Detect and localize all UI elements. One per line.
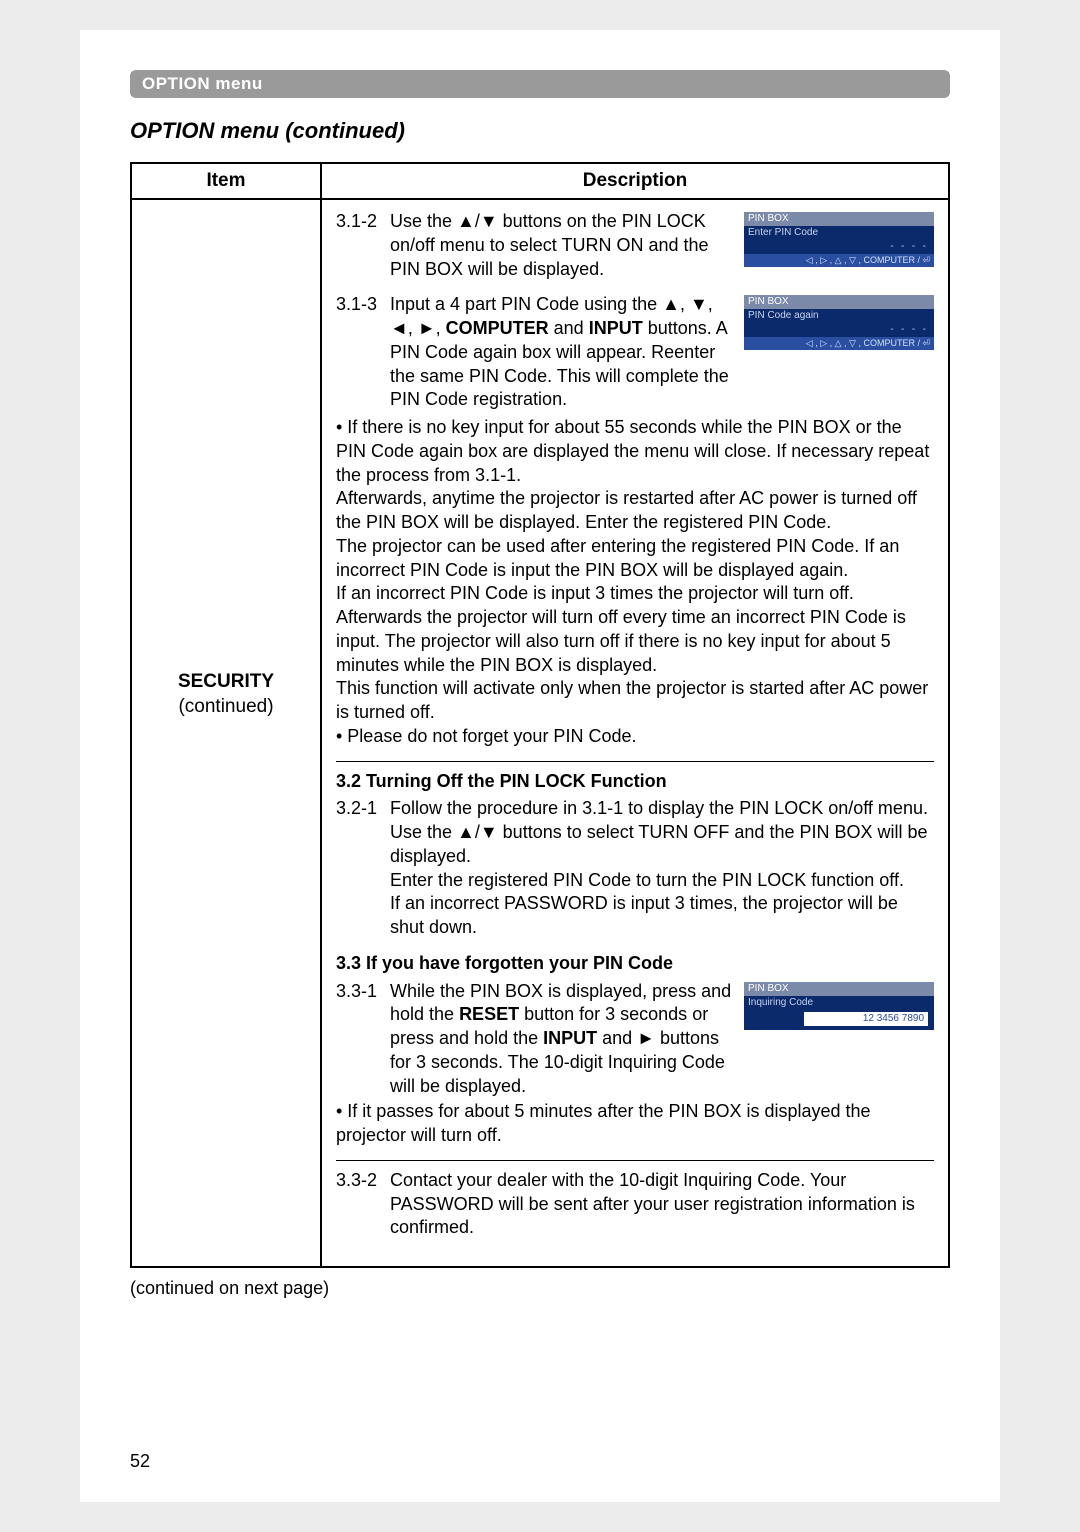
osd-subtitle: PIN Code again [744, 309, 934, 323]
item-cell: SECURITY (continued) [131, 199, 321, 1267]
subheading-3-2: 3.2 Turning Off the PIN LOCK Function [336, 770, 934, 794]
step-number: 3.3-1 [336, 980, 390, 1099]
osd-digits: 12 3456 7890 [804, 1012, 928, 1026]
item-sub: (continued) [132, 695, 320, 720]
paragraph: Follow the procedure in 3.1-1 to display… [390, 797, 934, 868]
osd-dashes: - - - - [744, 323, 934, 337]
note: • If there is no key input for about 55 … [336, 416, 934, 487]
header-item: Item [131, 163, 321, 199]
menu-tab-label: OPTION menu [142, 74, 263, 93]
step-3-3-2: 3.3-2 Contact your dealer with the 10-di… [336, 1169, 934, 1240]
note: • Please do not forget your PIN Code. [336, 725, 934, 749]
option-table: Item Description SECURITY (continued) PI… [130, 162, 950, 1268]
paragraph: Enter the registered PIN Code to turn th… [390, 869, 934, 893]
description-cell: PIN BOX Enter PIN Code - - - - ◁ , ▷ , △… [321, 199, 949, 1267]
osd-subtitle: Inquiring Code [744, 996, 934, 1010]
page: OPTION menu OPTION menu (continued) Item… [80, 30, 1000, 1502]
osd-pinbox-again: PIN BOX PIN Code again - - - - ◁ , ▷ , △… [744, 295, 934, 350]
osd-title: PIN BOX [744, 212, 934, 226]
paragraph: Afterwards, anytime the projector is res… [336, 487, 934, 535]
paragraph: If an incorrect PASSWORD is input 3 time… [390, 892, 934, 940]
step-3-1-3: PIN BOX PIN Code again - - - - ◁ , ▷ , △… [336, 293, 934, 748]
item-name: SECURITY [132, 670, 320, 695]
step-number: 3.3-2 [336, 1169, 390, 1240]
note: • If it passes for about 5 minutes after… [336, 1100, 934, 1148]
page-background: OPTION menu OPTION menu (continued) Item… [0, 0, 1080, 1532]
paragraph: The projector can be used after entering… [336, 535, 934, 583]
osd-foot: ◁ , ▷ , △ , ▽ , COMPUTER / ⏎ [744, 337, 934, 350]
step-number: 3.1-3 [336, 293, 390, 412]
osd-foot: ◁ , ▷ , △ , ▽ , COMPUTER / ⏎ [744, 254, 934, 267]
section-title: OPTION menu (continued) [130, 118, 950, 144]
subheading-3-3: 3.3 If you have forgotten your PIN Code [336, 952, 934, 976]
step-3-3-1: PIN BOX Inquiring Code 12 3456 7890 3.3-… [336, 980, 934, 1148]
divider [336, 1160, 934, 1161]
step-body: Use the ▲/▼ buttons on the PIN LOCK on/o… [390, 210, 736, 281]
menu-tab: OPTION menu [130, 70, 950, 98]
osd-title: PIN BOX [744, 295, 934, 309]
step-body: Input a 4 part PIN Code using the ▲, ▼, … [390, 293, 736, 412]
step-number: 3.2-1 [336, 797, 390, 940]
osd-pinbox-inquiring: PIN BOX Inquiring Code 12 3456 7890 [744, 982, 934, 1030]
osd-dashes: - - - - [744, 240, 934, 254]
bold: INPUT [589, 318, 643, 338]
text: and [549, 318, 589, 338]
paragraph: If an incorrect PIN Code is input 3 time… [336, 582, 934, 677]
bold: INPUT [543, 1028, 597, 1048]
bold: COMPUTER [446, 318, 549, 338]
divider [336, 761, 934, 762]
continued-note: (continued on next page) [130, 1278, 950, 1299]
osd-subtitle: Enter PIN Code [744, 226, 934, 240]
step-3-2-1: 3.2-1 Follow the procedure in 3.1-1 to d… [336, 797, 934, 940]
step-body: Follow the procedure in 3.1-1 to display… [390, 797, 934, 940]
step-body: While the PIN BOX is displayed, press an… [390, 980, 736, 1099]
step-body: Contact your dealer with the 10-digit In… [390, 1169, 934, 1240]
step-number: 3.1-2 [336, 210, 390, 281]
paragraph: This function will activate only when th… [336, 677, 934, 725]
header-description: Description [321, 163, 949, 199]
step-3-1-2: PIN BOX Enter PIN Code - - - - ◁ , ▷ , △… [336, 210, 934, 281]
osd-pinbox-enter: PIN BOX Enter PIN Code - - - - ◁ , ▷ , △… [744, 212, 934, 267]
bold: RESET [459, 1004, 519, 1024]
page-number: 52 [130, 1451, 150, 1472]
osd-title: PIN BOX [744, 982, 934, 996]
